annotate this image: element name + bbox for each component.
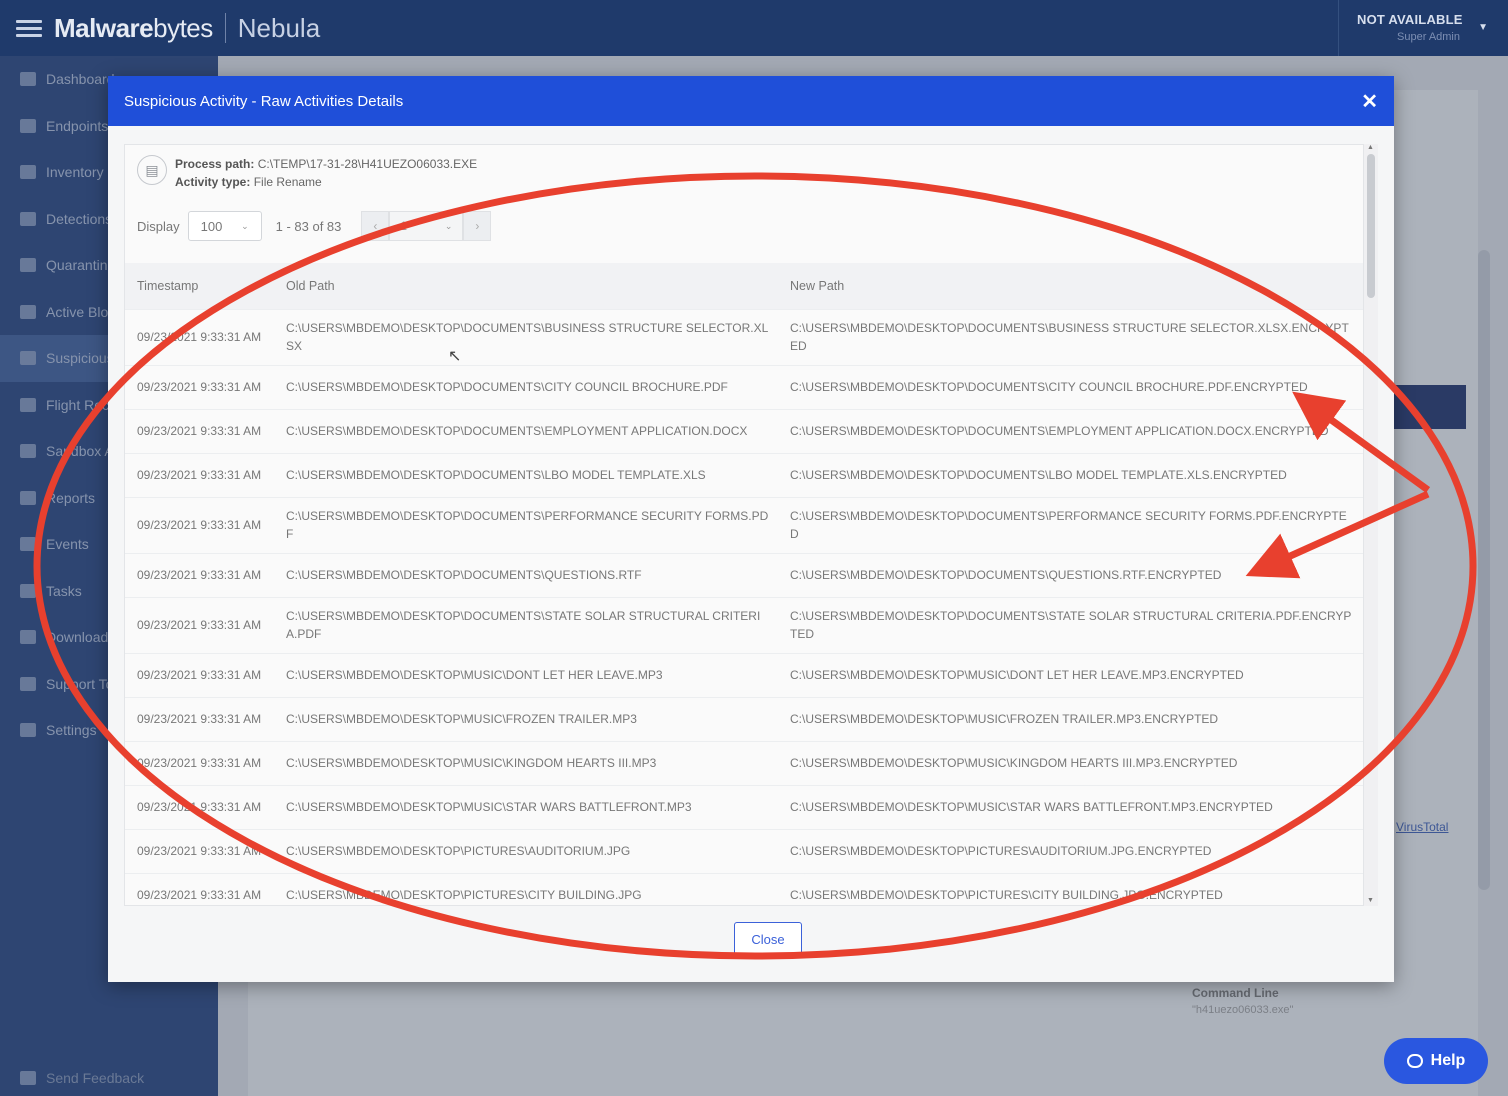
new-path-cell: C:\USERS\MBDEMO\DESKTOP\PICTURES\AUDITOR… (790, 828, 1363, 873)
table-row[interactable]: 09/23/2021 9:33:31 AM C:\USERS\MBDEMO\DES… (125, 308, 1363, 365)
old-path-cell: C:\USERS\MBDEMO\DESKTOP\MUSIC\FROZEN TRA… (286, 696, 790, 741)
old-path-cell: C:\USERS\MBDEMO\DESKTOP\MUSIC\DONT LET H… (286, 652, 790, 697)
timestamp-cell: 09/23/2021 9:33:31 AM (125, 652, 286, 697)
table-scrollbar[interactable]: ▲ ▼ (1364, 144, 1378, 906)
timestamp-cell: 09/23/2021 9:33:31 AM (125, 452, 286, 497)
table-row[interactable]: 09/23/2021 9:33:31 AM C:\USERS\MBDEMO\DES… (125, 596, 1363, 653)
display-label: Display (137, 218, 180, 234)
chevron-down-icon: ▼ (1478, 22, 1488, 33)
close-icon[interactable]: ✕ (1361, 89, 1378, 114)
scrollbar-thumb[interactable] (1367, 154, 1375, 298)
new-path-cell: C:\USERS\MBDEMO\DESKTOP\DOCUMENTS\STATE … (790, 596, 1363, 653)
column-new-path[interactable]: New Path (790, 263, 1363, 309)
modal-header: Suspicious Activity - Raw Activities Det… (108, 76, 1394, 126)
old-path-cell: C:\USERS\MBDEMO\DESKTOP\PICTURES\CITY BU… (286, 872, 790, 905)
old-path-cell: C:\USERS\MBDEMO\DESKTOP\DOCUMENTS\LBO MO… (286, 452, 790, 497)
page-select[interactable]: 1 ⌄ (389, 211, 464, 241)
header-divider (224, 13, 226, 43)
chat-bubble-icon (1406, 1054, 1423, 1068)
old-path-cell: C:\USERS\MBDEMO\DESKTOP\MUSIC\STAR WARS … (286, 784, 790, 829)
timestamp-cell: 09/23/2021 9:33:31 AM (125, 308, 286, 365)
display-count-select[interactable]: 100 ⌄ (187, 211, 262, 241)
activity-type-value: File Rename (253, 175, 322, 189)
old-path-cell: C:\USERS\MBDEMO\DESKTOP\PICTURES\AUDITOR… (286, 828, 790, 873)
table-row[interactable]: 09/23/2021 9:33:31 AM C:\USERS\MBDEMO\DES… (125, 784, 1363, 829)
table-row[interactable]: 09/23/2021 9:33:31 AM C:\USERS\MBDEMO\DES… (125, 652, 1363, 697)
table-row[interactable]: 09/23/2021 9:33:31 AM C:\USERS\MBDEMO\DES… (125, 364, 1363, 409)
old-path-cell: C:\USERS\MBDEMO\DESKTOP\DOCUMENTS\BUSINE… (286, 308, 790, 365)
activities-table: Timestamp Old Path New Path 09/23/2021 9… (125, 263, 1363, 905)
timestamp-cell: 09/23/2021 9:33:31 AM (125, 552, 286, 597)
table-row[interactable]: 09/23/2021 9:33:31 AM C:\USERS\MBDEMO\DES… (125, 696, 1363, 741)
table-row[interactable]: 09/23/2021 9:33:31 AM C:\USERS\MBDEMO\DES… (125, 872, 1363, 905)
scroll-up-icon[interactable]: ▲ (1367, 144, 1374, 151)
timestamp-cell: 09/23/2021 9:33:31 AM (125, 596, 286, 653)
next-page-button[interactable]: › (463, 211, 492, 241)
top-bar: Malwarebytes Nebula NOT AVAILABLE Super … (0, 0, 1508, 56)
timestamp-cell: 09/23/2021 9:33:31 AM (125, 828, 286, 873)
new-path-cell: C:\USERS\MBDEMO\DESKTOP\DOCUMENTS\QUESTI… (790, 552, 1363, 597)
column-timestamp[interactable]: Timestamp (125, 263, 286, 309)
new-path-cell: C:\USERS\MBDEMO\DESKTOP\MUSIC\STAR WARS … (790, 784, 1363, 829)
timestamp-cell: 09/23/2021 9:33:31 AM (125, 496, 286, 553)
timestamp-cell: 09/23/2021 9:33:31 AM (125, 740, 286, 785)
table-row[interactable]: 09/23/2021 9:33:31 AM C:\USERS\MBDEMO\DES… (125, 828, 1363, 873)
account-name: NOT AVAILABLE (1357, 12, 1463, 27)
help-label: Help (1430, 1052, 1466, 1069)
raw-activities-modal: Suspicious Activity - Raw Activities Det… (108, 76, 1394, 982)
help-button[interactable]: Help (1384, 1038, 1488, 1084)
old-path-cell: C:\USERS\MBDEMO\DESKTOP\DOCUMENTS\PERFOR… (286, 496, 790, 553)
display-count-value: 100 (200, 218, 223, 234)
process-path-label: Process path: (175, 157, 255, 171)
malwarebytes-logo: Malwarebytes (54, 12, 213, 43)
account-role: Super Admin (1397, 31, 1460, 43)
new-path-cell: C:\USERS\MBDEMO\DESKTOP\MUSIC\DONT LET H… (790, 652, 1363, 697)
new-path-cell: C:\USERS\MBDEMO\DESKTOP\DOCUMENTS\LBO MO… (790, 452, 1363, 497)
chevron-down-icon: ⌄ (241, 220, 249, 231)
timestamp-cell: 09/23/2021 9:33:31 AM (125, 696, 286, 741)
new-path-cell: C:\USERS\MBDEMO\DESKTOP\DOCUMENTS\BUSINE… (790, 308, 1363, 365)
old-path-cell: C:\USERS\MBDEMO\DESKTOP\MUSIC\KINGDOM HE… (286, 740, 790, 785)
new-path-cell: C:\USERS\MBDEMO\DESKTOP\DOCUMENTS\CITY C… (790, 364, 1363, 409)
old-path-cell: C:\USERS\MBDEMO\DESKTOP\DOCUMENTS\QUESTI… (286, 552, 790, 597)
product-name: Nebula (237, 12, 321, 43)
new-path-cell: C:\USERS\MBDEMO\DESKTOP\DOCUMENTS\EMPLOY… (790, 408, 1363, 453)
modal-title: Suspicious Activity - Raw Activities Det… (124, 92, 404, 110)
new-path-cell: C:\USERS\MBDEMO\DESKTOP\MUSIC\KINGDOM HE… (790, 740, 1363, 785)
chevron-down-icon: ⌄ (444, 220, 453, 231)
table-row[interactable]: 09/23/2021 9:33:31 AM C:\USERS\MBDEMO\DES… (125, 452, 1363, 497)
process-path-value: C:\TEMP\17-31-28\H41UEZO06033.EXE (257, 157, 478, 171)
modal-body: ▤ Process path: C:\TEMP\17-31-28\H41UEZO… (124, 144, 1378, 976)
new-path-cell: C:\USERS\MBDEMO\DESKTOP\MUSIC\FROZEN TRA… (790, 696, 1363, 741)
table-row[interactable]: 09/23/2021 9:33:31 AM C:\USERS\MBDEMO\DES… (125, 408, 1363, 453)
old-path-cell: C:\USERS\MBDEMO\DESKTOP\DOCUMENTS\CITY C… (286, 364, 790, 409)
timestamp-cell: 09/23/2021 9:33:31 AM (125, 364, 286, 409)
table-row[interactable]: 09/23/2021 9:33:31 AM C:\USERS\MBDEMO\DES… (125, 496, 1363, 553)
table-row[interactable]: 09/23/2021 9:33:31 AM C:\USERS\MBDEMO\DES… (125, 552, 1363, 597)
new-path-cell: C:\USERS\MBDEMO\DESKTOP\PICTURES\CITY BU… (790, 872, 1363, 905)
table-row[interactable]: 09/23/2021 9:33:31 AM C:\USERS\MBDEMO\DES… (125, 740, 1363, 785)
pagination-bar: Display 100 ⌄ 1 - 83 of 83 ‹ 1 ⌄ › (137, 211, 492, 241)
table-header-row: Timestamp Old Path New Path (125, 263, 1363, 309)
prev-page-button[interactable]: ‹ (361, 211, 390, 241)
old-path-cell: C:\USERS\MBDEMO\DESKTOP\DOCUMENTS\EMPLOY… (286, 408, 790, 453)
new-path-cell: C:\USERS\MBDEMO\DESKTOP\DOCUMENTS\PERFOR… (790, 496, 1363, 553)
account-menu[interactable]: NOT AVAILABLE Super Admin ▼ (1338, 0, 1508, 56)
timestamp-cell: 09/23/2021 9:33:31 AM (125, 408, 286, 453)
column-old-path[interactable]: Old Path (286, 263, 790, 309)
activity-details-panel: ▤ Process path: C:\TEMP\17-31-28\H41UEZO… (124, 144, 1364, 906)
scroll-down-icon[interactable]: ▼ (1367, 897, 1374, 904)
process-info: ▤ Process path: C:\TEMP\17-31-28\H41UEZO… (137, 155, 477, 191)
mouse-cursor-icon: ↖ (448, 348, 462, 365)
close-button[interactable]: Close (734, 922, 802, 956)
timestamp-cell: 09/23/2021 9:33:31 AM (125, 784, 286, 829)
process-icon: ▤ (137, 155, 167, 185)
old-path-cell: C:\USERS\MBDEMO\DESKTOP\DOCUMENTS\STATE … (286, 596, 790, 653)
activity-type-label: Activity type: (175, 175, 251, 189)
hamburger-menu-icon[interactable] (16, 19, 42, 37)
current-page: 1 (400, 219, 408, 233)
page-range: 1 - 83 of 83 (275, 218, 342, 234)
timestamp-cell: 09/23/2021 9:33:31 AM (125, 872, 286, 905)
